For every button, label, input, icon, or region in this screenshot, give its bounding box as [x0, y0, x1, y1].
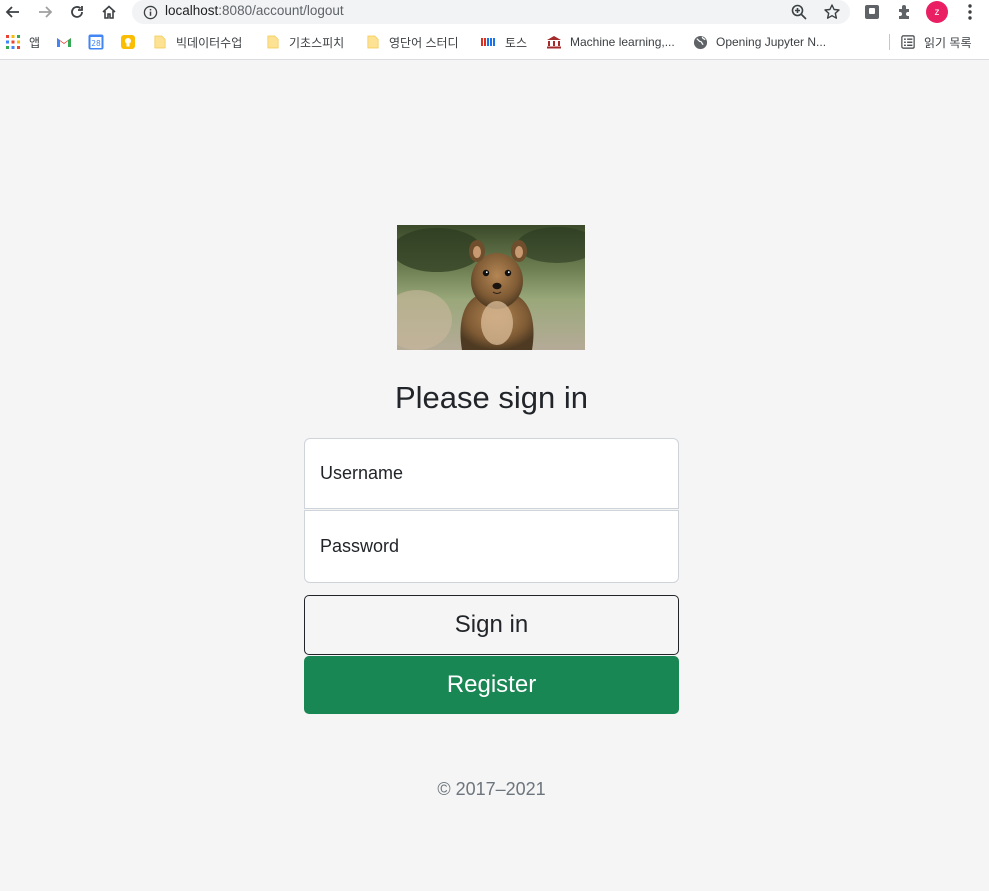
quokka-logo-image: [397, 225, 585, 350]
reading-list-label: 읽기 목록: [924, 35, 972, 50]
bookmarks-separator: [889, 34, 890, 50]
calendar-icon: 28: [88, 34, 104, 50]
password-field[interactable]: [304, 510, 679, 583]
url-text[interactable]: localhost:8080/account/logout: [165, 3, 344, 18]
url-path: :8080/account/logout: [218, 3, 344, 18]
folder-icon: [152, 34, 168, 50]
bookmark-calendar[interactable]: 28: [88, 33, 112, 51]
copyright-footer: © 2017–2021: [437, 779, 546, 799]
calendar-day-text: 28: [91, 39, 101, 48]
reload-icon[interactable]: [66, 1, 88, 23]
browser-toolbar: localhost:8080/account/logout z: [0, 0, 989, 24]
bookmark-toss[interactable]: 토스: [481, 33, 527, 51]
bookmark-machine-learning[interactable]: Machine learning,...: [546, 33, 675, 51]
profile-avatar[interactable]: z: [926, 1, 948, 23]
bookmark-label: 토스: [505, 35, 528, 50]
extension-icon[interactable]: [862, 2, 882, 22]
bookmark-folder-speech[interactable]: 기초스피치: [265, 33, 344, 51]
bookmark-folder-bigdata[interactable]: 빅데이터수업: [152, 33, 242, 51]
url-host: localhost: [165, 3, 219, 18]
gmail-icon: [56, 34, 72, 50]
reading-list-icon: [900, 34, 916, 50]
apps-grid-icon: [5, 34, 21, 50]
password-input[interactable]: [305, 511, 678, 582]
bank-icon: [546, 34, 562, 50]
bookmark-folder-vocab[interactable]: 영단어 스터디: [365, 33, 459, 51]
bookmark-label: 빅데이터수업: [176, 35, 243, 50]
bookmark-label: 영단어 스터디: [389, 35, 459, 50]
toss-icon: [481, 34, 497, 50]
register-button[interactable]: Register: [304, 656, 679, 714]
back-arrow-icon[interactable]: [2, 1, 24, 23]
zoom-icon[interactable]: [790, 3, 808, 21]
bookmark-label: Machine learning,...: [570, 35, 675, 49]
bookmark-jupyter[interactable]: Opening Jupyter N...: [692, 33, 826, 51]
more-menu-icon[interactable]: [960, 2, 980, 22]
username-field[interactable]: [304, 438, 679, 509]
info-icon[interactable]: [141, 3, 159, 21]
forward-arrow-icon[interactable]: [34, 1, 56, 23]
bookmark-apps[interactable]: 앱: [5, 33, 40, 51]
address-bar[interactable]: localhost:8080/account/logout: [132, 0, 850, 24]
globe-icon: [692, 34, 708, 50]
bookmark-label: 앱: [29, 35, 41, 50]
bookmark-label: Opening Jupyter N...: [716, 35, 827, 49]
folder-icon: [365, 34, 381, 50]
page-title: Please sign in: [394, 380, 588, 415]
bookmarks-bar: 앱 28 빅데이터수업 기초스피치 영단어 스터디 토스 Machine lea…: [0, 24, 989, 60]
bookmark-label: 기초스피치: [289, 35, 345, 50]
reading-list[interactable]: 읽기 목록: [900, 33, 972, 51]
keep-icon: [120, 34, 136, 50]
bookmark-star-icon[interactable]: [823, 3, 841, 21]
bookmark-gmail[interactable]: [56, 33, 80, 51]
puzzle-extensions-icon[interactable]: [895, 2, 915, 22]
username-input[interactable]: [305, 439, 678, 508]
home-icon[interactable]: [98, 1, 120, 23]
bookmark-keep[interactable]: [120, 33, 144, 51]
sign-in-button[interactable]: Sign in: [304, 595, 679, 655]
folder-icon: [265, 34, 281, 50]
